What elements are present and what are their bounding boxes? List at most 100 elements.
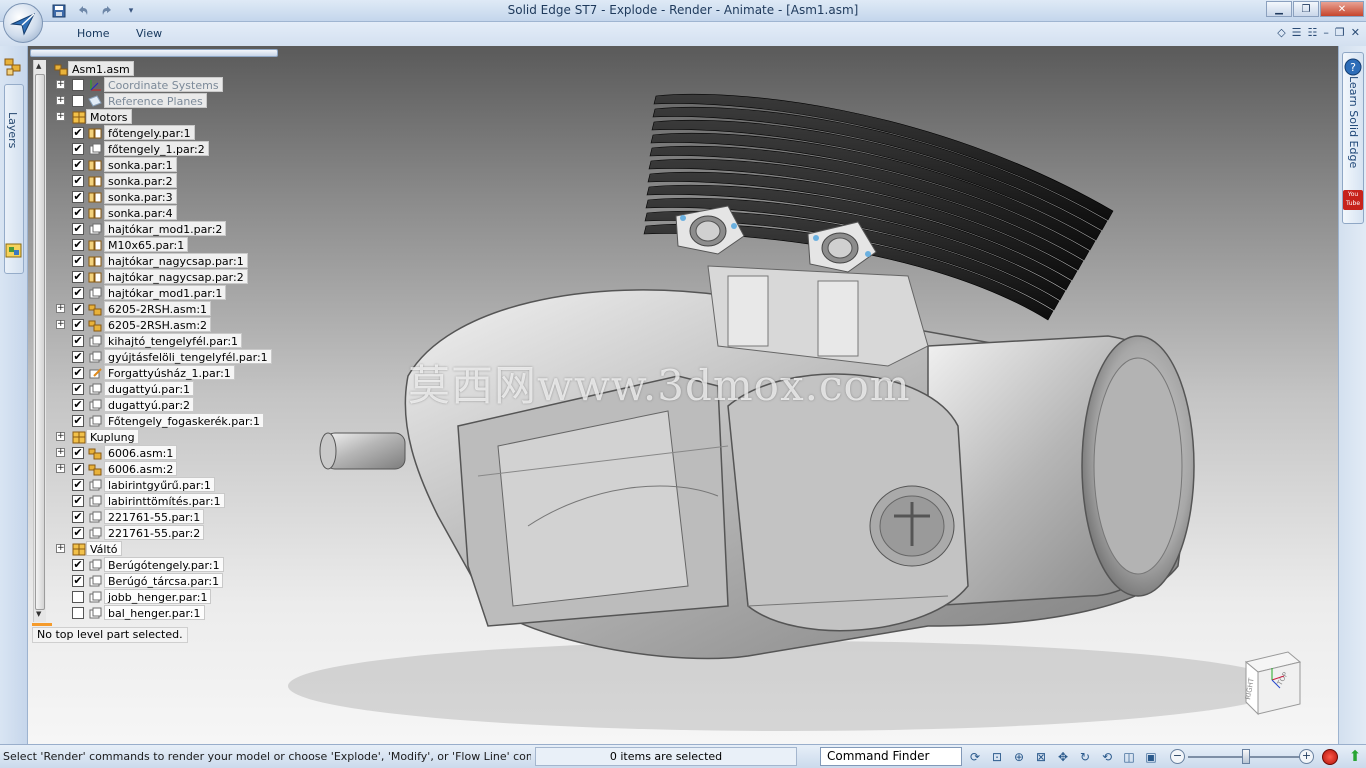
visibility-checkbox[interactable]: ✔ bbox=[72, 159, 84, 171]
tree-item-label: hajtókar_mod1.par:1 bbox=[104, 285, 227, 300]
youtube-icon[interactable]: You Tube bbox=[1343, 190, 1363, 210]
sheet-icon[interactable]: ▣ bbox=[1142, 748, 1160, 765]
view-cube[interactable]: RIGHT TOP bbox=[1236, 648, 1308, 716]
visibility-checkbox[interactable]: ✔ bbox=[72, 175, 84, 187]
pan-icon[interactable]: ✥ bbox=[1054, 748, 1072, 765]
refresh-icon[interactable]: ⟳ bbox=[966, 748, 984, 765]
part-ground-icon bbox=[88, 176, 102, 187]
part-icon bbox=[89, 591, 102, 603]
visibility-checkbox[interactable] bbox=[72, 607, 84, 619]
list-icon[interactable]: ☰ bbox=[1292, 26, 1302, 39]
part-icon bbox=[89, 143, 102, 155]
ribbon: Home View ◇ ☰ ☷ – ❐ ✕ bbox=[0, 22, 1366, 46]
visibility-checkbox[interactable] bbox=[72, 95, 84, 107]
part-ground-icon bbox=[88, 160, 102, 171]
expand-toggle[interactable]: + bbox=[56, 464, 65, 473]
visibility-checkbox[interactable]: ✔ bbox=[72, 511, 84, 523]
tree-root-label: Asm1.asm bbox=[68, 61, 134, 76]
part-ground-icon bbox=[88, 272, 102, 283]
visibility-checkbox[interactable]: ✔ bbox=[72, 479, 84, 491]
arrow-up-icon[interactable]: ⬆ bbox=[1346, 747, 1364, 765]
expand-toggle[interactable]: + bbox=[56, 304, 65, 313]
expand-toggle[interactable]: + bbox=[56, 448, 65, 457]
tab-home[interactable]: Home bbox=[77, 27, 109, 40]
visibility-checkbox[interactable]: ✔ bbox=[72, 239, 84, 251]
restore-icon[interactable]: ❐ bbox=[1293, 1, 1319, 17]
visibility-checkbox[interactable]: ✔ bbox=[72, 383, 84, 395]
close-icon[interactable]: ✕ bbox=[1351, 26, 1360, 39]
scroll-down-icon[interactable]: ▼ bbox=[36, 610, 41, 618]
scroll-thumb[interactable] bbox=[35, 74, 45, 610]
visibility-checkbox[interactable]: ✔ bbox=[72, 463, 84, 475]
tree-item-label: labirintgyűrű.par:1 bbox=[104, 477, 215, 492]
group-icon bbox=[72, 431, 86, 444]
visibility-checkbox[interactable]: ✔ bbox=[72, 223, 84, 235]
tree-item-label: hajtókar_mod1.par:2 bbox=[104, 221, 227, 236]
assembly-icon[interactable] bbox=[3, 56, 25, 78]
close-icon[interactable]: ✕ bbox=[1320, 1, 1364, 17]
tree-item-label: hajtókar_nagycsap.par:2 bbox=[104, 269, 248, 284]
visibility-checkbox[interactable]: ✔ bbox=[72, 271, 84, 283]
zoom-area-icon[interactable]: ⊡ bbox=[988, 748, 1006, 765]
zoom-out-button[interactable]: − bbox=[1170, 749, 1185, 764]
visibility-checkbox[interactable]: ✔ bbox=[72, 191, 84, 203]
part-icon bbox=[89, 287, 102, 299]
select-tools-icon[interactable] bbox=[3, 240, 25, 262]
pathfinder-scrollbar[interactable]: ▲ ▼ bbox=[33, 60, 46, 622]
tree-item-label: Váltó bbox=[86, 541, 122, 556]
visibility-checkbox[interactable]: ✔ bbox=[72, 319, 84, 331]
visibility-checkbox[interactable]: ✔ bbox=[72, 335, 84, 347]
tree-item-label: kihajtó_tengelyfél.par:1 bbox=[104, 333, 243, 348]
zoom-slider-thumb[interactable] bbox=[1242, 749, 1251, 764]
expand-toggle[interactable]: + bbox=[56, 80, 65, 89]
expand-toggle[interactable]: + bbox=[56, 112, 65, 121]
part-ground-icon bbox=[88, 192, 102, 203]
minimize-icon[interactable]: – bbox=[1323, 26, 1329, 39]
visibility-checkbox[interactable] bbox=[72, 591, 84, 603]
scroll-up-icon[interactable]: ▲ bbox=[36, 62, 41, 70]
visibility-checkbox[interactable]: ✔ bbox=[72, 127, 84, 139]
part-icon bbox=[89, 223, 102, 235]
rotate-icon[interactable]: ↻ bbox=[1076, 748, 1094, 765]
tree-item-label: bal_henger.par:1 bbox=[104, 605, 205, 620]
expand-toggle[interactable]: + bbox=[56, 320, 65, 329]
spin-icon[interactable]: ⟲ bbox=[1098, 748, 1116, 765]
visibility-checkbox[interactable]: ✔ bbox=[72, 399, 84, 411]
subassembly-icon bbox=[88, 464, 102, 476]
visibility-checkbox[interactable] bbox=[72, 79, 84, 91]
tab-view[interactable]: View bbox=[136, 27, 162, 40]
visibility-checkbox[interactable]: ✔ bbox=[72, 575, 84, 587]
visibility-checkbox[interactable]: ✔ bbox=[72, 143, 84, 155]
visibility-checkbox[interactable]: ✔ bbox=[72, 303, 84, 315]
expand-toggle[interactable]: + bbox=[56, 544, 65, 553]
pathfinder-header-grip[interactable] bbox=[30, 49, 278, 57]
visibility-checkbox[interactable]: ✔ bbox=[72, 287, 84, 299]
tree-item-label: főtengely_1.par:2 bbox=[104, 141, 209, 156]
graphics-viewport[interactable]: 莫西网www.3dmox.com RIGHT TOP bbox=[28, 46, 1338, 744]
visibility-checkbox[interactable]: ✔ bbox=[72, 527, 84, 539]
minimize-icon[interactable]: ▁ bbox=[1266, 1, 1292, 17]
restore-icon[interactable]: ❐ bbox=[1335, 26, 1345, 39]
view-icon[interactable]: ◫ bbox=[1120, 748, 1138, 765]
expand-toggle[interactable]: + bbox=[56, 432, 65, 441]
list2-icon[interactable]: ☷ bbox=[1308, 26, 1318, 39]
visibility-checkbox[interactable]: ✔ bbox=[72, 559, 84, 571]
subassembly-icon bbox=[88, 304, 102, 316]
visibility-checkbox[interactable]: ✔ bbox=[72, 447, 84, 459]
visibility-checkbox[interactable]: ✔ bbox=[72, 255, 84, 267]
part-ground-icon bbox=[88, 256, 102, 267]
visibility-checkbox[interactable]: ✔ bbox=[72, 367, 84, 379]
diamond-icon[interactable]: ◇ bbox=[1277, 26, 1285, 39]
visibility-checkbox[interactable]: ✔ bbox=[72, 207, 84, 219]
window-title: Solid Edge ST7 - Explode - Render - Anim… bbox=[507, 3, 859, 17]
application-button[interactable] bbox=[3, 3, 43, 43]
zoom-in-button[interactable]: + bbox=[1299, 749, 1314, 764]
zoom-icon[interactable]: ⊕ bbox=[1010, 748, 1028, 765]
fit-icon[interactable]: ⊠ bbox=[1032, 748, 1050, 765]
visibility-checkbox[interactable]: ✔ bbox=[72, 351, 84, 363]
expand-toggle[interactable]: + bbox=[56, 96, 65, 105]
command-finder-input[interactable]: Command Finder bbox=[820, 747, 962, 766]
record-icon[interactable] bbox=[1322, 749, 1338, 765]
visibility-checkbox[interactable]: ✔ bbox=[72, 495, 84, 507]
visibility-checkbox[interactable]: ✔ bbox=[72, 415, 84, 427]
